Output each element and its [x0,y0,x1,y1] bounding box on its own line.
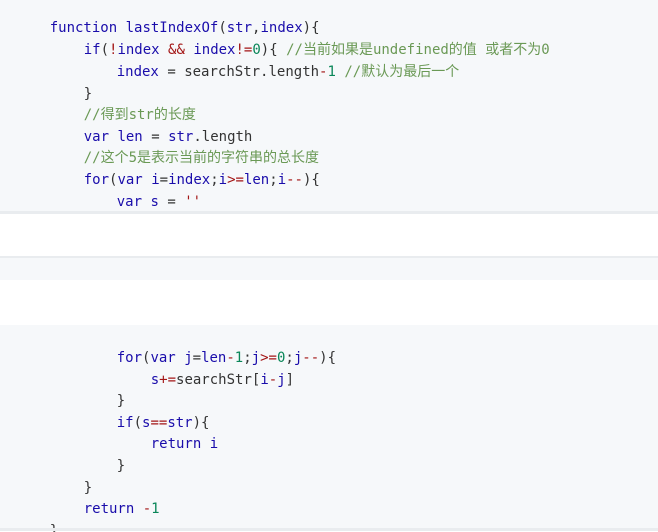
identifier-i: i [209,436,219,452]
operator: - [142,501,152,517]
code-line: //这个5是表示当前的字符串的总长度 [50,125,319,166]
code-line: //得到str的长度 [50,82,196,123]
code-line: if(s==str){ [83,390,210,431]
code-punctuation: ; [210,172,219,188]
keyword-var: var [116,194,143,210]
operator: >= [227,172,244,188]
divider-strip [0,258,658,280]
code-punctuation: ){ [302,172,320,188]
code-line: } [83,433,125,474]
code-line: index = searchStr.length-1 //默认为最后一个 [83,39,460,80]
number: 1 [151,501,160,517]
identifier-s: s [150,372,160,388]
code-line: } [50,61,92,102]
code-line: return i [117,411,218,452]
code-line: } [50,455,92,496]
identifier-i: i [260,372,269,388]
code-line: for(var i=index;i>=len;i--){ [50,147,320,188]
identifier-i: i [218,172,228,188]
identifier-searchstr: searchStr.length [184,64,320,80]
string-literal: '' [184,194,202,210]
identifier-len: len [243,172,270,188]
comment: //默认为最后一个 [344,64,460,80]
operator: -- [286,172,303,188]
code-line: } [83,368,125,409]
code-line: var s = '' [83,169,201,210]
operator: -- [302,350,320,366]
number: 1 [327,64,336,80]
identifier-index: index [116,64,159,80]
code-line: for(var j=len-1;j>=0;j--){ [83,325,336,366]
code-line: } [16,498,58,532]
operator: += [159,372,177,388]
keyword-return: return [150,436,202,452]
code-line: if(!index && index!=0){ //当前如果是undefined… [50,17,550,58]
identifier-s: s [150,194,159,210]
code-punctuation: ; [269,172,278,188]
code-punctuation: ){ [319,350,336,366]
code-line: s+=searchStr[i-j] [117,347,294,388]
identifier-i: i [277,172,287,188]
keyword-return: return [83,501,135,517]
code-punctuation: } [116,458,126,474]
code-line: return -1 [50,476,160,517]
operator: - [268,372,278,388]
identifier-j: j [277,372,286,388]
code-line: function lastIndexOf(str,index){ [16,0,320,36]
code-punctuation: = [167,64,176,80]
code-block-top: function lastIndexOf(str,index){ if(!ind… [0,0,658,211]
identifier-searchstr: searchStr [176,372,252,388]
code-punctuation: = [167,194,176,210]
code-block-bottom-edge [0,528,658,531]
code-block-bottom: for(var j=len-1;j>=0;j--){ s+=searchStr[… [0,325,658,532]
code-line: var len = str.length [50,104,253,145]
code-punctuation: ] [285,372,295,388]
code-block-bottom-edge [0,211,658,214]
